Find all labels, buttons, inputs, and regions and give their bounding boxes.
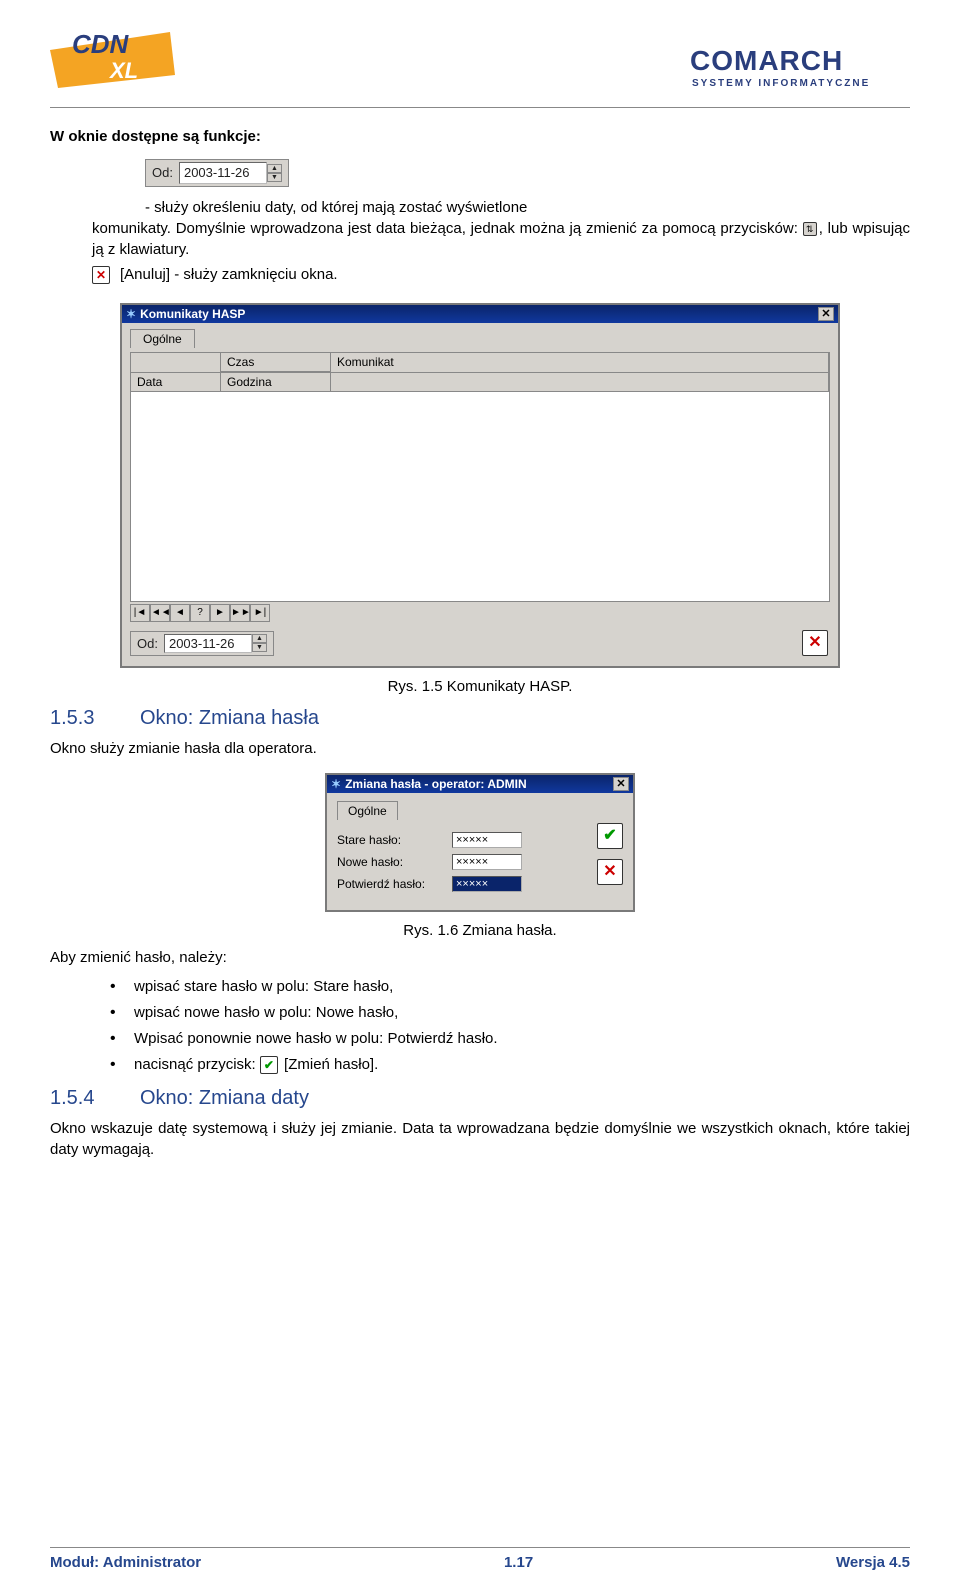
steps-lead: Aby zmienić hasło, należy: bbox=[50, 947, 910, 968]
hasp-navrow: |◄ ◄◄ ◄ ? ► ►► ►| bbox=[130, 604, 830, 622]
pw-app-icon: ✶ bbox=[331, 777, 341, 791]
hasp-footer-od-input[interactable]: 2003-11-26 bbox=[164, 634, 252, 653]
date-from-widget: Od: 2003-11-26 ▲▼ bbox=[145, 159, 289, 187]
hasp-title: Komunikaty HASP bbox=[140, 307, 245, 321]
section-153-heading: 1.5.3Okno: Zmiana hasła bbox=[50, 707, 910, 730]
fig2-caption: Rys. 1.6 Zmiana hasła. bbox=[50, 922, 910, 939]
step-4-suffix: [Zmień hasło]. bbox=[280, 1056, 378, 1073]
pw-close-button[interactable]: ✕ bbox=[613, 777, 629, 791]
cdnxl-logo: CDN XL bbox=[50, 20, 220, 103]
intro-desc-part2a: komunikaty. Domyślnie wprowadzona jest d… bbox=[92, 220, 803, 237]
nav-query[interactable]: ? bbox=[190, 604, 210, 622]
cancel-desc: [Anuluj] - służy zamknięciu okna. bbox=[120, 264, 338, 285]
hasp-tab-general[interactable]: Ogólne bbox=[130, 329, 195, 348]
hasp-window: ✶ Komunikaty HASP ✕ Ogólne Czas Komunika… bbox=[120, 303, 840, 668]
svg-text:SYSTEMY INFORMATYCZNE: SYSTEMY INFORMATYCZNE bbox=[692, 78, 870, 89]
section-154-heading: 1.5.4Okno: Zmiana daty bbox=[50, 1087, 910, 1110]
step-4: nacisnąć przycisk: ✔ [Zmień hasło]. bbox=[110, 1054, 910, 1075]
section-154-desc: Okno wskazuje datę systemową i służy jej… bbox=[50, 1118, 910, 1160]
date-from-label: Od: bbox=[152, 164, 173, 182]
hasp-col-godzina: Godzina bbox=[221, 373, 331, 391]
pw-tab-general[interactable]: Ogólne bbox=[337, 801, 398, 820]
pw-new-input[interactable]: ××××× bbox=[452, 854, 522, 870]
hasp-col-data: Data bbox=[131, 373, 221, 391]
pw-conf-input[interactable]: ××××× bbox=[452, 876, 522, 892]
pw-cancel-button[interactable]: ✕ bbox=[597, 859, 623, 885]
svg-text:XL: XL bbox=[108, 58, 138, 83]
hasp-app-icon: ✶ bbox=[126, 307, 136, 321]
svg-text:CDN: CDN bbox=[72, 29, 130, 59]
date-from-spinner[interactable]: ▲▼ bbox=[267, 164, 282, 182]
page-header: CDN XL COMARCH SYSTEMY INFORMATYCZNE bbox=[50, 20, 910, 108]
nav-fastprev[interactable]: ◄◄ bbox=[150, 604, 170, 622]
section-153-num: 1.5.3 bbox=[50, 707, 140, 730]
svg-text:COMARCH: COMARCH bbox=[690, 45, 843, 76]
pw-title: Zmiana hasła - operator: ADMIN bbox=[345, 777, 527, 791]
hasp-cancel-button[interactable]: ✕ bbox=[802, 630, 828, 656]
hasp-listbody[interactable] bbox=[130, 392, 830, 602]
hasp-col-czas: Czas bbox=[221, 353, 331, 372]
pw-conf-label: Potwierdź hasło: bbox=[337, 877, 452, 891]
footer-mid: 1.17 bbox=[504, 1554, 533, 1571]
section-153-title: Okno: Zmiana hasła bbox=[140, 707, 319, 729]
hasp-close-button[interactable]: ✕ bbox=[818, 307, 834, 321]
pw-old-label: Stare hasło: bbox=[337, 833, 452, 847]
step-4-prefix: nacisnąć przycisk: bbox=[134, 1056, 260, 1073]
hasp-col-komunikat: Komunikat bbox=[331, 353, 829, 372]
step-2: wpisać nowe hasło w polu: Nowe hasło, bbox=[110, 1002, 910, 1023]
pw-ok-button[interactable]: ✔ bbox=[597, 823, 623, 849]
hasp-columns2: Data Godzina bbox=[130, 372, 830, 392]
hasp-footer-date: Od: 2003-11-26 ▲▼ bbox=[130, 631, 274, 656]
steps-list: wpisać stare hasło w polu: Stare hasło, … bbox=[110, 976, 910, 1075]
cancel-icon: ✕ bbox=[92, 266, 110, 284]
nav-prev[interactable]: ◄ bbox=[170, 604, 190, 622]
step-3: Wpisać ponownie nowe hasło w polu: Potwi… bbox=[110, 1028, 910, 1049]
pw-dialog: ✶ Zmiana hasła - operator: ADMIN ✕ Ogóln… bbox=[325, 773, 635, 912]
nav-fastnext[interactable]: ►► bbox=[230, 604, 250, 622]
section-154-num: 1.5.4 bbox=[50, 1087, 140, 1110]
step-1: wpisać stare hasło w polu: Stare hasło, bbox=[110, 976, 910, 997]
nav-last[interactable]: ►| bbox=[250, 604, 270, 622]
pw-old-input[interactable]: ××××× bbox=[452, 832, 522, 848]
section-153-desc: Okno służy zmianie hasła dla operatora. bbox=[50, 738, 910, 759]
comarch-logo: COMARCH SYSTEMY INFORMATYCZNE bbox=[690, 20, 910, 100]
hasp-footer-od-label: Od: bbox=[137, 636, 158, 651]
nav-first[interactable]: |◄ bbox=[130, 604, 150, 622]
hasp-footer-spinner[interactable]: ▲▼ bbox=[252, 634, 267, 652]
section-154-title: Okno: Zmiana daty bbox=[140, 1087, 309, 1109]
footer-left: Moduł: Administrator bbox=[50, 1554, 201, 1571]
page-footer: Moduł: Administrator 1.17 Wersja 4.5 bbox=[50, 1547, 910, 1571]
hasp-columns: Czas Komunikat bbox=[130, 352, 830, 373]
nav-next[interactable]: ► bbox=[210, 604, 230, 622]
pw-titlebar: ✶ Zmiana hasła - operator: ADMIN ✕ bbox=[327, 775, 633, 793]
date-from-input[interactable]: 2003-11-26 bbox=[179, 162, 267, 184]
intro-lead: W oknie dostępne są funkcje: bbox=[50, 126, 910, 147]
spinner-icon: ⇅ bbox=[803, 222, 817, 236]
hasp-titlebar: ✶ Komunikaty HASP ✕ bbox=[122, 305, 838, 323]
change-password-icon: ✔ bbox=[260, 1056, 278, 1074]
intro-desc-part1: - służy określeniu daty, od której mają … bbox=[145, 199, 527, 216]
fig1-caption: Rys. 1.5 Komunikaty HASP. bbox=[50, 678, 910, 695]
footer-right: Wersja 4.5 bbox=[836, 1554, 910, 1571]
pw-new-label: Nowe hasło: bbox=[337, 855, 452, 869]
